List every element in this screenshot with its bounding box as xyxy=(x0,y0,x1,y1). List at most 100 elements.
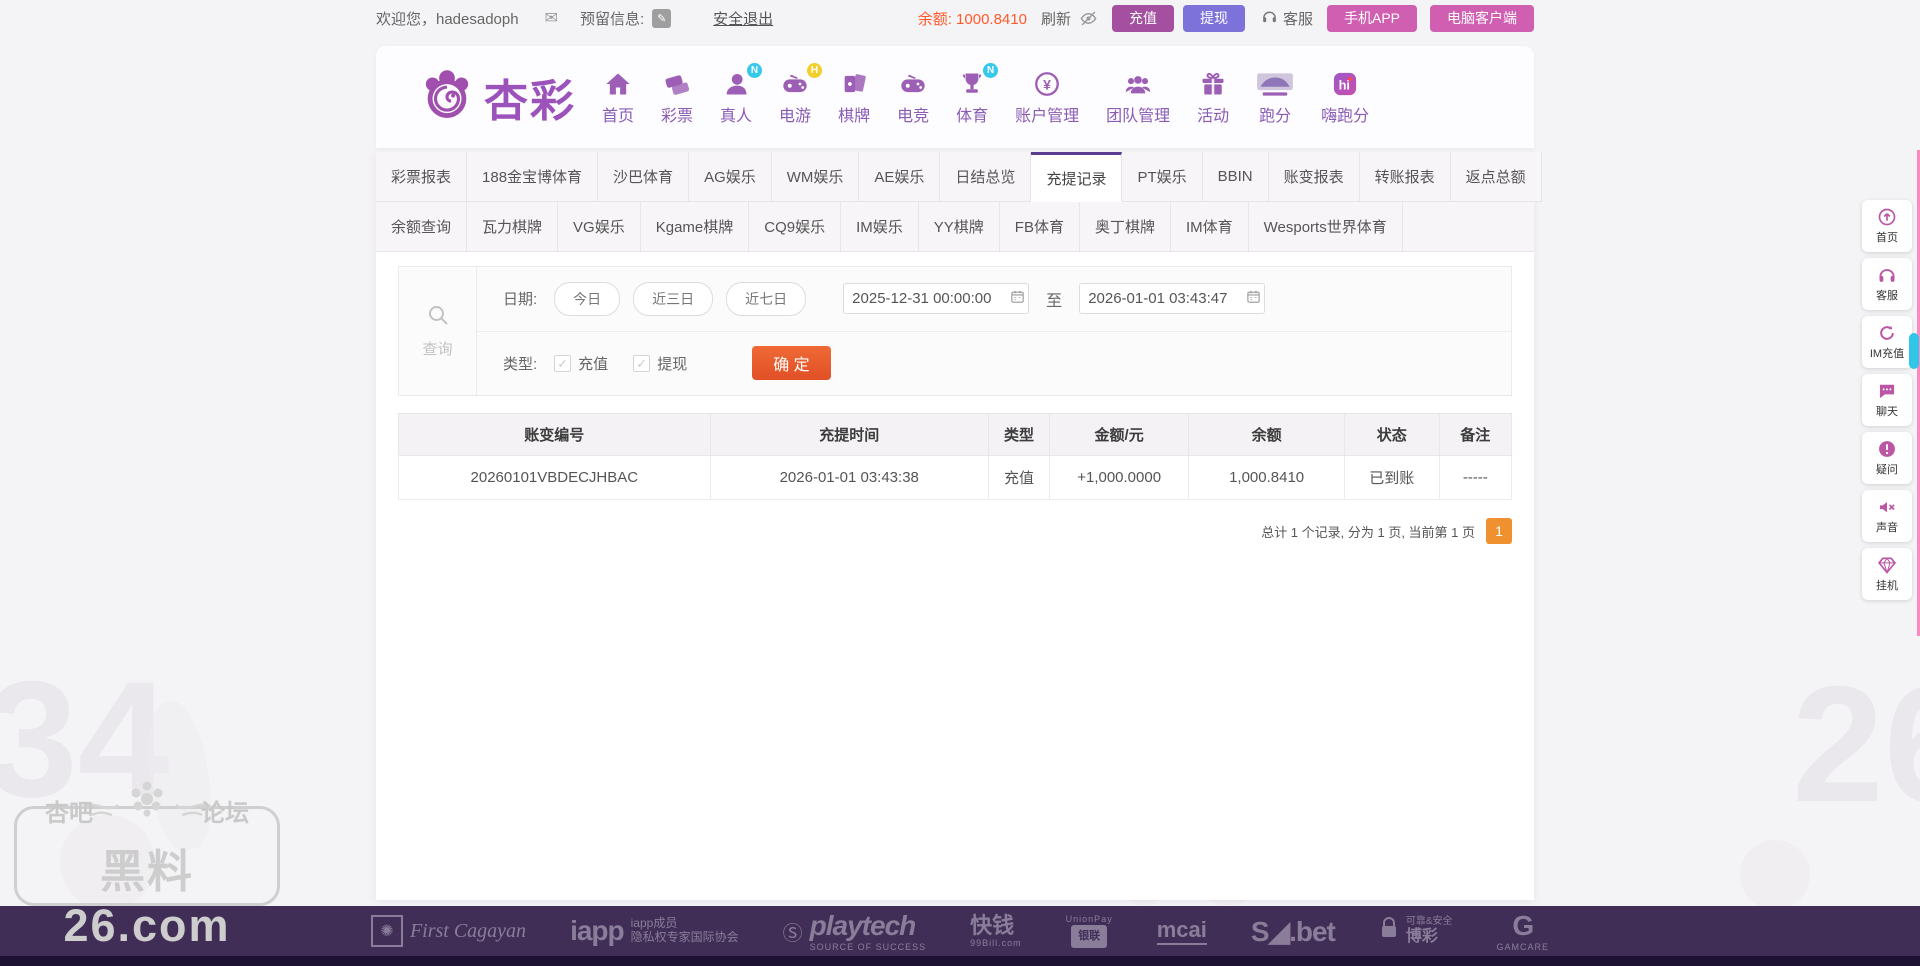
sidebar-item-sound[interactable]: 声音 xyxy=(1862,490,1912,542)
tab-item[interactable]: Wesports世界体育 xyxy=(1249,202,1403,252)
logo-first-cagayan: ✺ First Cagayan xyxy=(371,915,526,947)
nav-item-egames[interactable]: H 电游 xyxy=(779,68,811,126)
cell-change-id: 20260101VBDECJHBAC xyxy=(399,456,711,500)
unionpay-card-icon: 银联 xyxy=(1071,925,1107,948)
floating-sidebar: 首页 客服 IM充值 聊天 疑问 声音 挂机 xyxy=(1862,200,1912,600)
date-to-field xyxy=(1079,283,1265,314)
quick-range-7days-button[interactable]: 近七日 xyxy=(726,282,806,316)
deposit-button[interactable]: 充值 xyxy=(1112,5,1174,32)
nav-label: 棋牌 xyxy=(838,102,870,126)
tab-item[interactable]: 瓦力棋牌 xyxy=(467,202,558,252)
tab-item[interactable]: BBIN xyxy=(1203,152,1269,202)
tab-item[interactable]: 余额查询 xyxy=(376,202,467,252)
quick-range-3days-button[interactable]: 近三日 xyxy=(633,282,713,316)
tab-item[interactable]: 转账报表 xyxy=(1360,152,1451,202)
refresh-balance-link[interactable]: 刷新 xyxy=(1041,8,1071,29)
sidebar-item-chat[interactable]: 聊天 xyxy=(1862,374,1912,426)
nav-label: 体育 xyxy=(956,102,988,126)
mcai-text: mcai xyxy=(1157,917,1207,945)
ticket-icon xyxy=(663,68,691,98)
nav-item-paofen[interactable]: 跑分 xyxy=(1256,68,1294,126)
99bill-text: 快钱 xyxy=(970,913,1022,938)
tab-item[interactable]: 188金宝博体育 xyxy=(467,152,598,202)
tab-item[interactable]: IM娱乐 xyxy=(841,202,919,252)
nav-item-live[interactable]: N 真人 xyxy=(720,68,752,126)
deposit-checkbox[interactable] xyxy=(554,355,571,372)
confirm-button[interactable]: 确 定 xyxy=(752,346,830,380)
nav-item-esports[interactable]: 电竞 xyxy=(897,68,929,126)
logo-mcai: mcai xyxy=(1157,917,1207,945)
tab-item[interactable]: WM娱乐 xyxy=(772,152,860,202)
hot-badge: H xyxy=(807,63,822,78)
sidebar-item-question[interactable]: 疑问 xyxy=(1862,432,1912,484)
partner-logos-row: ✺ First Cagayan iapp iapp成员 隐私权专家国际协会 Ⓢ … xyxy=(0,906,1920,956)
mail-icon[interactable]: ✉ xyxy=(545,8,558,28)
tab-item[interactable]: 奥丁棋牌 xyxy=(1080,202,1171,252)
brand-logo[interactable]: 杏彩 xyxy=(418,65,576,129)
withdraw-checkbox[interactable] xyxy=(633,355,650,372)
tab-item-active[interactable]: 充提记录 xyxy=(1031,152,1122,202)
nav-item-promotions[interactable]: 活动 xyxy=(1197,68,1229,126)
trophy-icon: N xyxy=(958,68,986,98)
nav-item-sports[interactable]: N 体育 xyxy=(956,68,988,126)
table-row: 20260101VBDECJHBAC 2026-01-01 03:43:38 充… xyxy=(399,456,1512,500)
col-header-change-id: 账变编号 xyxy=(399,414,711,456)
mobile-app-button[interactable]: 手机APP xyxy=(1327,5,1417,32)
iapp-line2: 隐私权专家国际协会 xyxy=(631,931,739,945)
sidebar-item-home[interactable]: 首页 xyxy=(1862,200,1912,252)
tab-item[interactable]: PT娱乐 xyxy=(1122,152,1202,202)
eye-off-icon[interactable] xyxy=(1079,9,1098,28)
page-1-button[interactable]: 1 xyxy=(1486,518,1512,544)
logout-link[interactable]: 安全退出 xyxy=(713,8,773,29)
nav-item-account[interactable]: ¥ 账户管理 xyxy=(1015,68,1079,126)
sidebar-item-hangup[interactable]: 挂机 xyxy=(1862,548,1912,600)
customer-service-link[interactable]: 客服 xyxy=(1261,8,1313,29)
tab-item[interactable]: 返点总额 xyxy=(1451,152,1542,202)
date-from-input[interactable] xyxy=(852,290,1004,307)
quick-range-today-button[interactable]: 今日 xyxy=(554,282,620,316)
tab-item[interactable]: 日结总览 xyxy=(940,152,1031,202)
nav-item-boardgames[interactable]: 棋牌 xyxy=(838,68,870,126)
back-to-top-icon xyxy=(1877,207,1897,227)
date-label: 日期: xyxy=(503,288,537,309)
logo-unionpay: UnionPay 银联 xyxy=(1066,914,1113,947)
nav-label: 账户管理 xyxy=(1015,102,1079,126)
tab-item[interactable]: IM体育 xyxy=(1171,202,1249,252)
tabs-row-1: 彩票报表 188金宝博体育 沙巴体育 AG娱乐 WM娱乐 AE娱乐 日结总览 充… xyxy=(376,152,1534,202)
col-header-balance: 余额 xyxy=(1189,414,1345,456)
nav-item-home[interactable]: 首页 xyxy=(602,68,634,126)
sidebar-item-service[interactable]: 客服 xyxy=(1862,258,1912,310)
withdraw-button[interactable]: 提现 xyxy=(1183,5,1245,32)
calendar-icon[interactable] xyxy=(1010,289,1025,309)
tab-item[interactable]: 沙巴体育 xyxy=(598,152,689,202)
tab-item[interactable]: VG娱乐 xyxy=(558,202,641,252)
reserved-info-label: 预留信息: xyxy=(580,8,644,29)
tab-item[interactable]: AG娱乐 xyxy=(689,152,772,202)
live-person-icon: N xyxy=(722,68,750,98)
nav-label: 首页 xyxy=(602,102,634,126)
tab-item[interactable]: 彩票报表 xyxy=(376,152,467,202)
iapp-text: iapp xyxy=(570,915,624,947)
pc-client-button[interactable]: 电脑客户端 xyxy=(1430,5,1534,32)
nav-item-hi-paofen[interactable]: hi 嗨跑分 xyxy=(1321,68,1369,126)
edit-pencil-icon[interactable]: ✎ xyxy=(652,9,671,28)
logo-gamcare: G GAMCARE xyxy=(1497,910,1550,953)
tab-item[interactable]: Kgame棋牌 xyxy=(641,202,750,252)
team-icon xyxy=(1123,68,1153,98)
esports-gamepad-icon xyxy=(898,68,928,98)
scrollbar-thumb[interactable] xyxy=(1909,333,1919,369)
sidebar-item-label: 聊天 xyxy=(1876,403,1898,419)
col-header-type: 类型 xyxy=(988,414,1049,456)
tab-item[interactable]: 账变报表 xyxy=(1269,152,1360,202)
sidebar-item-im-recharge[interactable]: IM充值 xyxy=(1862,316,1912,368)
tab-item[interactable]: YY棋牌 xyxy=(919,202,1000,252)
calendar-icon[interactable] xyxy=(1246,289,1261,309)
tab-item[interactable]: FB体育 xyxy=(1000,202,1080,252)
tab-item[interactable]: CQ9娱乐 xyxy=(749,202,841,252)
top-bar: 欢迎您，hadesadoph ✉ 预留信息: ✎ 安全退出 余额: 1000.8… xyxy=(376,0,1534,36)
query-panel-label-column: 查询 xyxy=(399,267,477,395)
tab-item[interactable]: AE娱乐 xyxy=(859,152,940,202)
nav-item-team[interactable]: 团队管理 xyxy=(1106,68,1170,126)
nav-item-lottery[interactable]: 彩票 xyxy=(661,68,693,126)
date-to-input[interactable] xyxy=(1088,290,1240,307)
